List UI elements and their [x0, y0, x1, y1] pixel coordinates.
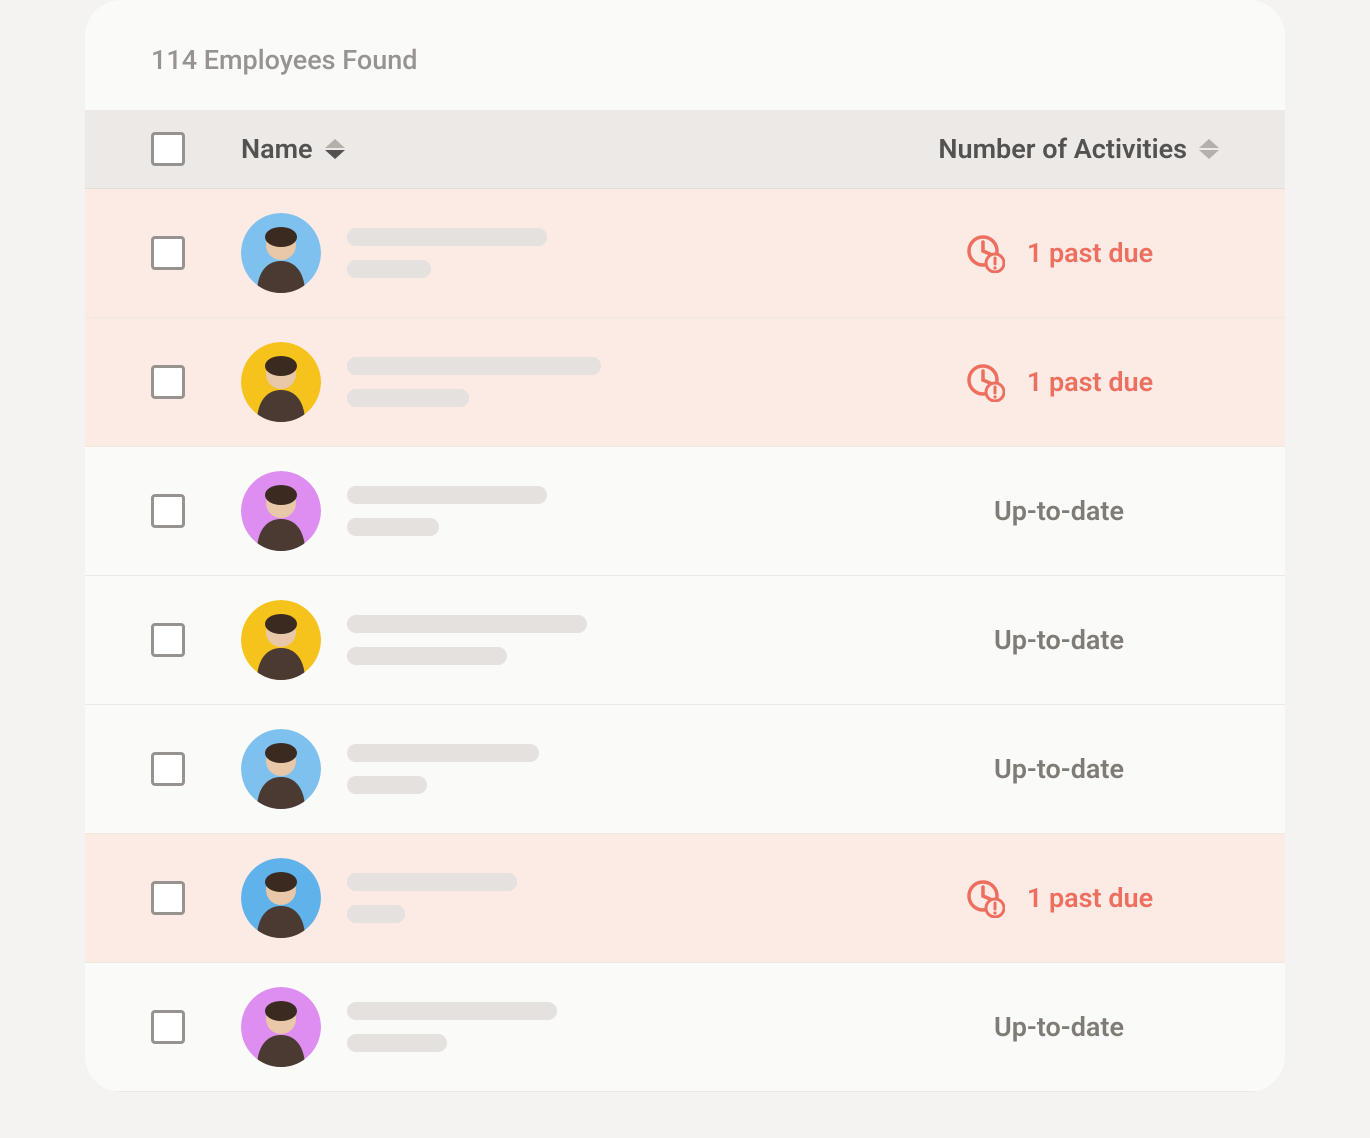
employee-table-card: 114 Employees Found Name Number of Activ… — [85, 0, 1285, 1092]
placeholder-line — [347, 905, 405, 923]
avatar — [241, 987, 321, 1067]
sort-icon — [1199, 139, 1219, 159]
employee-count-label: 114 Employees Found — [151, 44, 1219, 76]
placeholder-line — [347, 744, 539, 762]
column-name-label: Name — [241, 133, 313, 165]
row-checkbox[interactable] — [151, 494, 185, 528]
status-label: Up-to-date — [994, 495, 1124, 527]
status-cell: 1 past due — [899, 233, 1219, 273]
row-checkbox[interactable] — [151, 236, 185, 270]
status-cell: 1 past due — [899, 362, 1219, 402]
table-column-header: Name Number of Activities — [85, 110, 1285, 189]
name-placeholder — [347, 486, 547, 536]
placeholder-line — [347, 873, 517, 891]
placeholder-line — [347, 518, 439, 536]
placeholder-line — [347, 776, 427, 794]
sort-icon — [325, 139, 345, 159]
placeholder-line — [347, 260, 431, 278]
row-checkbox[interactable] — [151, 623, 185, 657]
column-header-name[interactable]: Name — [241, 133, 899, 165]
avatar — [241, 471, 321, 551]
avatar — [241, 600, 321, 680]
row-checkbox[interactable] — [151, 881, 185, 915]
placeholder-line — [347, 486, 547, 504]
table-row[interactable]: Up-to-date — [85, 576, 1285, 705]
name-placeholder — [347, 615, 587, 665]
name-placeholder — [347, 1002, 557, 1052]
name-placeholder — [347, 357, 601, 407]
table-row[interactable]: 1 past due — [85, 318, 1285, 447]
clock-alert-icon — [965, 878, 1005, 918]
select-all-checkbox[interactable] — [151, 132, 185, 166]
column-activities-label: Number of Activities — [938, 133, 1187, 165]
placeholder-line — [347, 1034, 447, 1052]
status-cell: 1 past due — [899, 878, 1219, 918]
name-placeholder — [347, 228, 547, 278]
table-header-bar: 114 Employees Found — [85, 0, 1285, 110]
status-cell: Up-to-date — [899, 495, 1219, 527]
status-label: 1 past due — [1027, 882, 1153, 914]
placeholder-line — [347, 357, 601, 375]
status-label: Up-to-date — [994, 1011, 1124, 1043]
avatar — [241, 858, 321, 938]
clock-alert-icon — [965, 233, 1005, 273]
avatar — [241, 342, 321, 422]
placeholder-line — [347, 647, 507, 665]
column-header-activities[interactable]: Number of Activities — [899, 133, 1219, 165]
row-checkbox[interactable] — [151, 365, 185, 399]
table-row[interactable]: 1 past due — [85, 189, 1285, 318]
table-row[interactable]: Up-to-date — [85, 447, 1285, 576]
avatar — [241, 213, 321, 293]
status-cell: Up-to-date — [899, 1011, 1219, 1043]
placeholder-line — [347, 1002, 557, 1020]
table-row[interactable]: Up-to-date — [85, 705, 1285, 834]
status-label: 1 past due — [1027, 237, 1153, 269]
status-label: Up-to-date — [994, 753, 1124, 785]
placeholder-line — [347, 615, 587, 633]
status-label: Up-to-date — [994, 624, 1124, 656]
placeholder-line — [347, 228, 547, 246]
name-placeholder — [347, 744, 539, 794]
name-placeholder — [347, 873, 517, 923]
status-cell: Up-to-date — [899, 624, 1219, 656]
status-label: 1 past due — [1027, 366, 1153, 398]
table-row[interactable]: Up-to-date — [85, 963, 1285, 1092]
table-body: 1 past due 1 past due — [85, 189, 1285, 1092]
row-checkbox[interactable] — [151, 752, 185, 786]
table-row[interactable]: 1 past due — [85, 834, 1285, 963]
clock-alert-icon — [965, 362, 1005, 402]
placeholder-line — [347, 389, 469, 407]
row-checkbox[interactable] — [151, 1010, 185, 1044]
avatar — [241, 729, 321, 809]
status-cell: Up-to-date — [899, 753, 1219, 785]
